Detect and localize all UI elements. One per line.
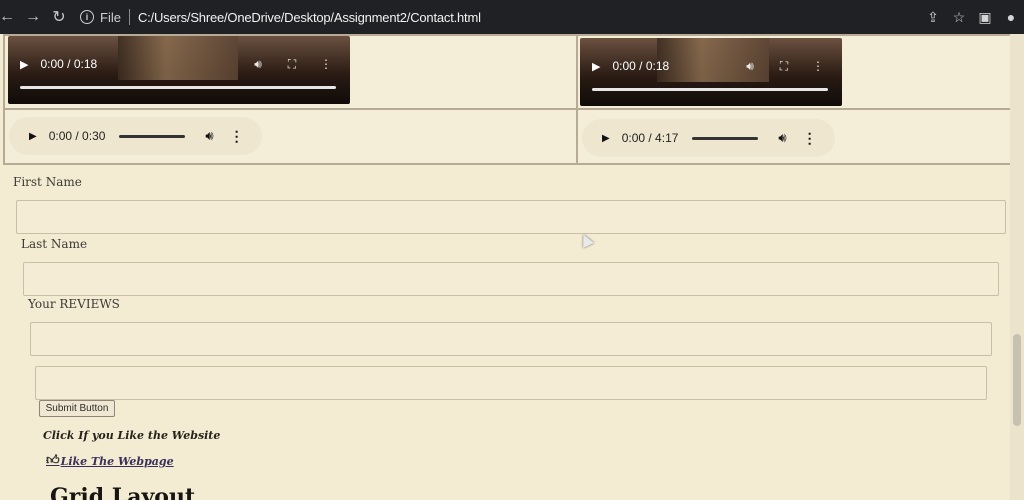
audio-cell-1: ▶ 0:00 / 0:30 🔊︎ ⋮: [4, 109, 577, 164]
video-time: 0:00 / 0:18: [40, 57, 98, 71]
first-name-label: First Name: [13, 175, 82, 189]
last-name-field[interactable]: [23, 262, 999, 296]
play-icon[interactable]: ▶: [29, 131, 37, 142]
thumbs-up-icon: 👍︎: [46, 453, 60, 468]
media-grid: ▶ 0:00 / 0:18 🔊︎ ⛶ ⋮ ▶ 0:00 / 0:18 🔊︎ ⛶ …: [3, 34, 1010, 165]
play-icon[interactable]: ▶: [20, 58, 28, 71]
volume-icon[interactable]: 🔊︎: [778, 130, 786, 146]
profile-icon[interactable]: ●: [998, 4, 1024, 30]
sidebar-icon[interactable]: ▣: [972, 4, 998, 30]
audio-progress-bar[interactable]: [119, 134, 186, 138]
volume-icon[interactable]: 🔊︎: [205, 128, 213, 144]
url-text[interactable]: C:/Users/Shree/OneDrive/Desktop/Assignme…: [138, 10, 481, 25]
mouse-cursor-icon: [578, 232, 594, 248]
scrollbar-thumb[interactable]: [1013, 334, 1021, 426]
reviews-textarea[interactable]: [35, 366, 987, 400]
play-icon[interactable]: ▶: [602, 133, 610, 144]
separator: [128, 9, 130, 25]
audio-player-2[interactable]: ▶ 0:00 / 4:17 🔊︎ ⋮: [582, 119, 835, 157]
page-scrollbar[interactable]: [1010, 34, 1024, 500]
video-controls: ▶ 0:00 / 0:18 🔊︎ ⛶ ⋮: [8, 52, 350, 76]
video-progress-bar[interactable]: [592, 88, 828, 91]
video-cell-2: ▶ 0:00 / 0:18 🔊︎ ⛶ ⋮: [577, 35, 1010, 109]
info-icon[interactable]: i: [80, 10, 94, 24]
audio-player-1[interactable]: ▶ 0:00 / 0:30 🔊︎ ⋮: [9, 117, 262, 155]
video-progress-bar[interactable]: [20, 86, 336, 89]
reviews-field[interactable]: [30, 322, 992, 356]
more-options-icon[interactable]: ⋮: [808, 59, 828, 73]
star-icon[interactable]: ☆: [946, 4, 972, 30]
video-cell-1: ▶ 0:00 / 0:18 🔊︎ ⛶ ⋮: [4, 35, 577, 109]
volume-icon[interactable]: 🔊︎: [740, 59, 760, 74]
last-name-label: Last Name: [21, 237, 88, 251]
forward-arrow-icon[interactable]: →: [20, 4, 46, 30]
video-player-1[interactable]: ▶ 0:00 / 0:18 🔊︎ ⛶ ⋮: [8, 36, 350, 104]
volume-icon[interactable]: 🔊︎: [248, 57, 268, 72]
browser-toolbar: ← → ↻ i File C:/Users/Shree/OneDrive/Des…: [0, 0, 1024, 34]
more-options-icon[interactable]: ⋮: [316, 57, 336, 71]
play-icon[interactable]: ▶: [592, 60, 600, 73]
grid-layout-heading: Grid Layout: [50, 484, 196, 500]
audio-progress-bar[interactable]: [692, 136, 759, 140]
submit-button[interactable]: Submit Button: [39, 400, 115, 417]
audio-cell-2: ▶ 0:00 / 4:17 🔊︎ ⋮: [577, 109, 1010, 164]
page-viewport: ▶ 0:00 / 0:18 🔊︎ ⛶ ⋮ ▶ 0:00 / 0:18 🔊︎ ⛶ …: [0, 34, 1010, 500]
like-note: Click If you Like the Website: [43, 429, 221, 442]
audio-time: 0:00 / 4:17: [621, 131, 679, 145]
file-label: File: [100, 9, 121, 25]
more-options-icon[interactable]: ⋮: [230, 128, 244, 145]
video-controls: ▶ 0:00 / 0:18 🔊︎ ⛶ ⋮: [580, 54, 842, 78]
audio-time: 0:00 / 0:30: [48, 129, 106, 143]
share-icon[interactable]: ⇪: [920, 4, 946, 30]
reload-icon[interactable]: ↻: [46, 4, 72, 30]
like-link-label: Like The Webpage: [60, 455, 174, 468]
fullscreen-icon[interactable]: ⛶: [282, 57, 302, 72]
reviews-label: Your REVIEWS: [28, 297, 120, 311]
address-bar[interactable]: i File C:/Users/Shree/OneDrive/Desktop/A…: [80, 4, 920, 30]
video-player-2[interactable]: ▶ 0:00 / 0:18 🔊︎ ⛶ ⋮: [580, 38, 842, 106]
first-name-field[interactable]: [16, 200, 1006, 234]
more-options-icon[interactable]: ⋮: [803, 130, 817, 147]
fullscreen-icon[interactable]: ⛶: [774, 59, 794, 74]
video-time: 0:00 / 0:18: [612, 59, 670, 73]
like-webpage-link[interactable]: 👍︎ Like The Webpage: [46, 453, 174, 468]
back-arrow-icon[interactable]: ←: [0, 4, 20, 30]
